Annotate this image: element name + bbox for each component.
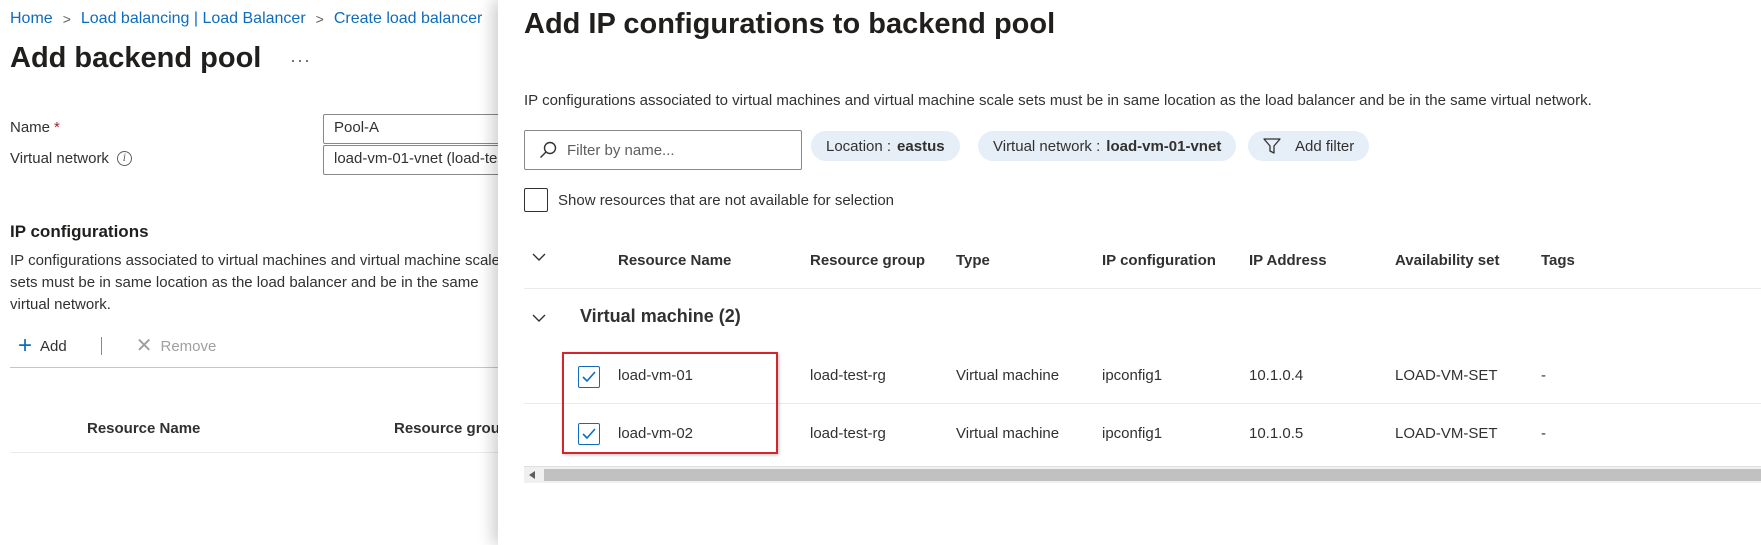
add-filter-button[interactable]: Add filter: [1248, 131, 1370, 161]
show-unavailable-label: Show resources that are not available fo…: [558, 191, 895, 209]
cell-resource-group: load-test-rg: [810, 425, 886, 442]
horizontal-scrollbar[interactable]: [524, 466, 1761, 483]
cell-ip-address: 10.1.0.5: [1249, 425, 1304, 442]
breadcrumb-separator-icon: >: [315, 11, 324, 27]
search-icon: [540, 141, 557, 158]
column-header-resource-group[interactable]: Resource group: [810, 252, 925, 269]
group-collapse-chevron-icon[interactable]: [528, 307, 550, 329]
filter-by-name-input[interactable]: Filter by name...: [524, 130, 802, 170]
ip-configurations-description: IP configurations associated to virtual …: [10, 252, 500, 313]
page-title: Add backend pool: [10, 42, 262, 74]
breadcrumb-create-load-balancer[interactable]: Create load balancer: [334, 10, 483, 28]
cell-availability-set: LOAD-VM-SET: [1395, 425, 1498, 442]
command-bar: + Add ✕ Remove: [10, 334, 224, 358]
command-divider: [100, 337, 102, 355]
filter-icon: [1263, 138, 1281, 154]
info-icon[interactable]: i: [116, 151, 132, 166]
required-mark: *: [54, 119, 60, 136]
show-unavailable-checkbox[interactable]: [524, 188, 548, 212]
name-label: Name *: [10, 119, 60, 136]
column-header-ip-configuration[interactable]: IP configuration: [1102, 252, 1216, 269]
show-unavailable-option: Show resources that are not available fo…: [524, 188, 894, 212]
cell-resource-group: load-test-rg: [810, 367, 886, 384]
add-button[interactable]: + Add: [10, 334, 75, 358]
scroll-left-arrow-icon[interactable]: [526, 469, 538, 481]
column-header-ip-address[interactable]: IP Address: [1249, 252, 1327, 269]
column-header-resource-group[interactable]: Resource group: [394, 420, 500, 437]
table-header-divider: [10, 452, 500, 453]
cell-ip-configuration: ipconfig1: [1102, 425, 1163, 442]
more-options-icon[interactable]: ···: [290, 50, 311, 71]
collapse-all-chevron-icon[interactable]: [528, 246, 550, 268]
virtual-network-filter-value: load-vm-01-vnet: [1106, 137, 1222, 155]
name-input[interactable]: Pool-A: [323, 114, 500, 144]
selection-highlight-box: [562, 352, 778, 454]
command-bar-divider: [10, 367, 500, 368]
table-header-divider: [524, 288, 1761, 289]
location-filter-pill[interactable]: Location : eastus: [811, 131, 960, 161]
remove-button-label: Remove: [160, 337, 217, 355]
virtual-network-filter-label: Virtual network :: [993, 137, 1101, 155]
column-header-resource-name[interactable]: Resource Name: [87, 420, 200, 437]
backend-pool-page: Home > Load balancing | Load Balancer > …: [0, 0, 500, 545]
close-icon: ✕: [135, 335, 153, 357]
panel-title: Add IP configurations to backend pool: [524, 8, 1056, 40]
breadcrumb-load-balancing[interactable]: Load balancing | Load Balancer: [81, 10, 306, 28]
virtual-network-select[interactable]: load-vm-01-vnet (load-test-rg): [323, 145, 500, 175]
cell-type: Virtual machine: [956, 425, 1060, 442]
remove-button[interactable]: ✕ Remove: [128, 336, 225, 356]
group-header-virtual-machine: Virtual machine (2): [580, 306, 741, 326]
cell-availability-set: LOAD-VM-SET: [1395, 367, 1498, 384]
column-header-type[interactable]: Type: [956, 252, 990, 269]
column-header-resource-name[interactable]: Resource Name: [618, 252, 731, 269]
add-ip-configurations-panel: Add IP configurations to backend pool IP…: [498, 0, 1761, 545]
cell-tags: -: [1541, 367, 1546, 384]
breadcrumb-separator-icon: >: [62, 11, 71, 27]
ip-configurations-heading: IP configurations: [10, 222, 149, 241]
virtual-network-label: Virtual network i: [10, 150, 132, 167]
name-label-text: Name: [10, 119, 51, 136]
virtual-network-filter-pill[interactable]: Virtual network : load-vm-01-vnet: [978, 131, 1237, 161]
virtual-network-label-text: Virtual network: [10, 150, 109, 167]
cell-ip-address: 10.1.0.4: [1249, 367, 1304, 384]
cell-type: Virtual machine: [956, 367, 1060, 384]
location-filter-value: eastus: [897, 137, 945, 155]
column-header-availability-set[interactable]: Availability set: [1395, 252, 1500, 269]
column-header-tags[interactable]: Tags: [1541, 252, 1575, 269]
add-filter-label: Add filter: [1295, 137, 1355, 155]
add-button-label: Add: [40, 337, 67, 355]
breadcrumb-home[interactable]: Home: [10, 10, 53, 28]
plus-icon: +: [18, 332, 33, 359]
location-filter-label: Location :: [826, 137, 892, 155]
breadcrumb: Home > Load balancing | Load Balancer > …: [10, 10, 482, 28]
scrollbar-thumb[interactable]: [544, 469, 1761, 481]
cell-tags: -: [1541, 425, 1546, 442]
filter-placeholder: Filter by name...: [567, 141, 675, 159]
panel-description: IP configurations associated to virtual …: [524, 92, 1592, 109]
cell-ip-configuration: ipconfig1: [1102, 367, 1163, 384]
